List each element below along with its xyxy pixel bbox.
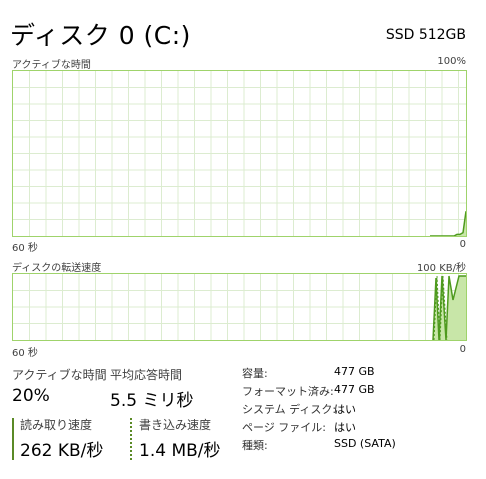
disk-info-label: ページ ファイル: <box>242 421 326 434</box>
active-time-line <box>430 211 466 236</box>
disk-info-value: 477 GB <box>334 365 375 378</box>
page-title: ディスク 0 (C:) <box>10 21 191 50</box>
disk-info-label: フォーマット済み: <box>242 385 334 398</box>
read-speed-indicator <box>12 418 14 460</box>
disk-info-label: 種類: <box>242 439 268 452</box>
read-speed-stat-value: 262 KB/秒 <box>20 441 104 461</box>
active-time-stat-label: アクティブな時間 <box>12 368 107 382</box>
disk-info-value: SSD (SATA) <box>334 437 396 450</box>
write-speed-stat-label: 書き込み速度 <box>139 418 212 432</box>
transfer-graph <box>12 273 467 341</box>
transfer-graph-min: 0 <box>459 344 466 355</box>
transfer-graph-label: ディスクの転送速度 <box>12 263 102 274</box>
active-time-graph-plot <box>13 71 466 236</box>
disk-info-label: 容量: <box>242 367 268 380</box>
active-time-stat-value: 20% <box>12 386 50 406</box>
disk-info-value: はい <box>334 403 356 416</box>
active-time-graph-label: アクティブな時間 <box>12 60 91 71</box>
transfer-graph-max: 100 KB/秒 <box>416 263 466 274</box>
disk-info-value: はい <box>334 421 356 434</box>
active-time-graph <box>12 70 467 237</box>
active-time-graph-time-span: 60 秒 <box>12 243 38 254</box>
transfer-graph-time-span: 60 秒 <box>12 348 38 359</box>
read-speed-stat-label: 読み取り速度 <box>20 418 93 432</box>
response-time-stat-value: 5.5 ミリ秒 <box>110 391 194 411</box>
response-time-stat-label: 平均応答時間 <box>110 368 183 382</box>
transfer-graph-plot <box>13 274 466 340</box>
disk-model: SSD 512GB <box>385 27 466 43</box>
disk-info-label: システム ディスク: <box>242 403 337 416</box>
active-time-graph-max: 100% <box>437 56 466 67</box>
disk-info-value: 477 GB <box>334 383 375 396</box>
write-speed-stat-value: 1.4 MB/秒 <box>139 441 221 461</box>
active-time-graph-min: 0 <box>459 239 466 250</box>
write-speed-indicator <box>130 418 132 460</box>
active-time-area <box>430 211 466 236</box>
